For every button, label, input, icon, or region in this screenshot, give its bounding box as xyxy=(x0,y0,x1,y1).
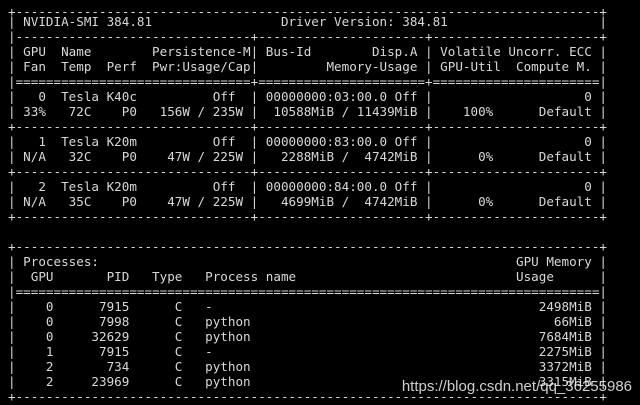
terminal-line: | GPU PID Type Process name Usage | xyxy=(8,269,607,284)
terminal-line: |===============================+=======… xyxy=(8,74,607,89)
terminal-line: | 33% 72C P0 156W / 235W | 10588MiB / 11… xyxy=(8,104,607,119)
terminal-line: | 2 734 C python 3372MiB | xyxy=(8,359,607,374)
terminal-line: |=======================================… xyxy=(8,284,607,299)
terminal-line: | 0 32629 C python 7684MiB | xyxy=(8,329,607,344)
terminal-line: | 1 7915 C - 2275MiB | xyxy=(8,344,607,359)
terminal-line: | 2 Tesla K20m Off | 00000000:84:00.0 Of… xyxy=(8,179,607,194)
watermark-url: https://blog.csdn.net/qq_36255986 xyxy=(401,378,632,395)
terminal-line: | NVIDIA-SMI 384.81 Driver Version: 384.… xyxy=(8,14,607,29)
terminal-window[interactable]: +---------------------------------------… xyxy=(0,0,640,405)
terminal-line: | Processes: GPU Memory | xyxy=(8,254,607,269)
terminal-line: | 0 Tesla K40c Off | 00000000:03:00.0 Of… xyxy=(8,89,607,104)
terminal-line: | 0 7998 C python 66MiB | xyxy=(8,314,607,329)
terminal-line: +-------------------------------+-------… xyxy=(8,209,607,224)
terminal-line: | 0 7915 C - 2498MiB | xyxy=(8,299,607,314)
terminal-line: | GPU Name Persistence-M| Bus-Id Disp.A … xyxy=(8,44,607,59)
terminal-line: | N/A 32C P0 47W / 225W | 2288MiB / 4742… xyxy=(8,149,607,164)
terminal-line: +-------------------------------+-------… xyxy=(8,164,607,179)
terminal-line: | 1 Tesla K20m Off | 00000000:83:00.0 Of… xyxy=(8,134,607,149)
terminal-line: | Fan Temp Perf Pwr:Usage/Cap| Memory-Us… xyxy=(8,59,607,74)
terminal-line: | N/A 35C P0 47W / 225W | 4699MiB / 4742… xyxy=(8,194,607,209)
terminal-line: |-------------------------------+-------… xyxy=(8,29,607,44)
terminal-line: +-------------------------------+-------… xyxy=(8,119,607,134)
terminal-line: +---------------------------------------… xyxy=(8,239,607,254)
